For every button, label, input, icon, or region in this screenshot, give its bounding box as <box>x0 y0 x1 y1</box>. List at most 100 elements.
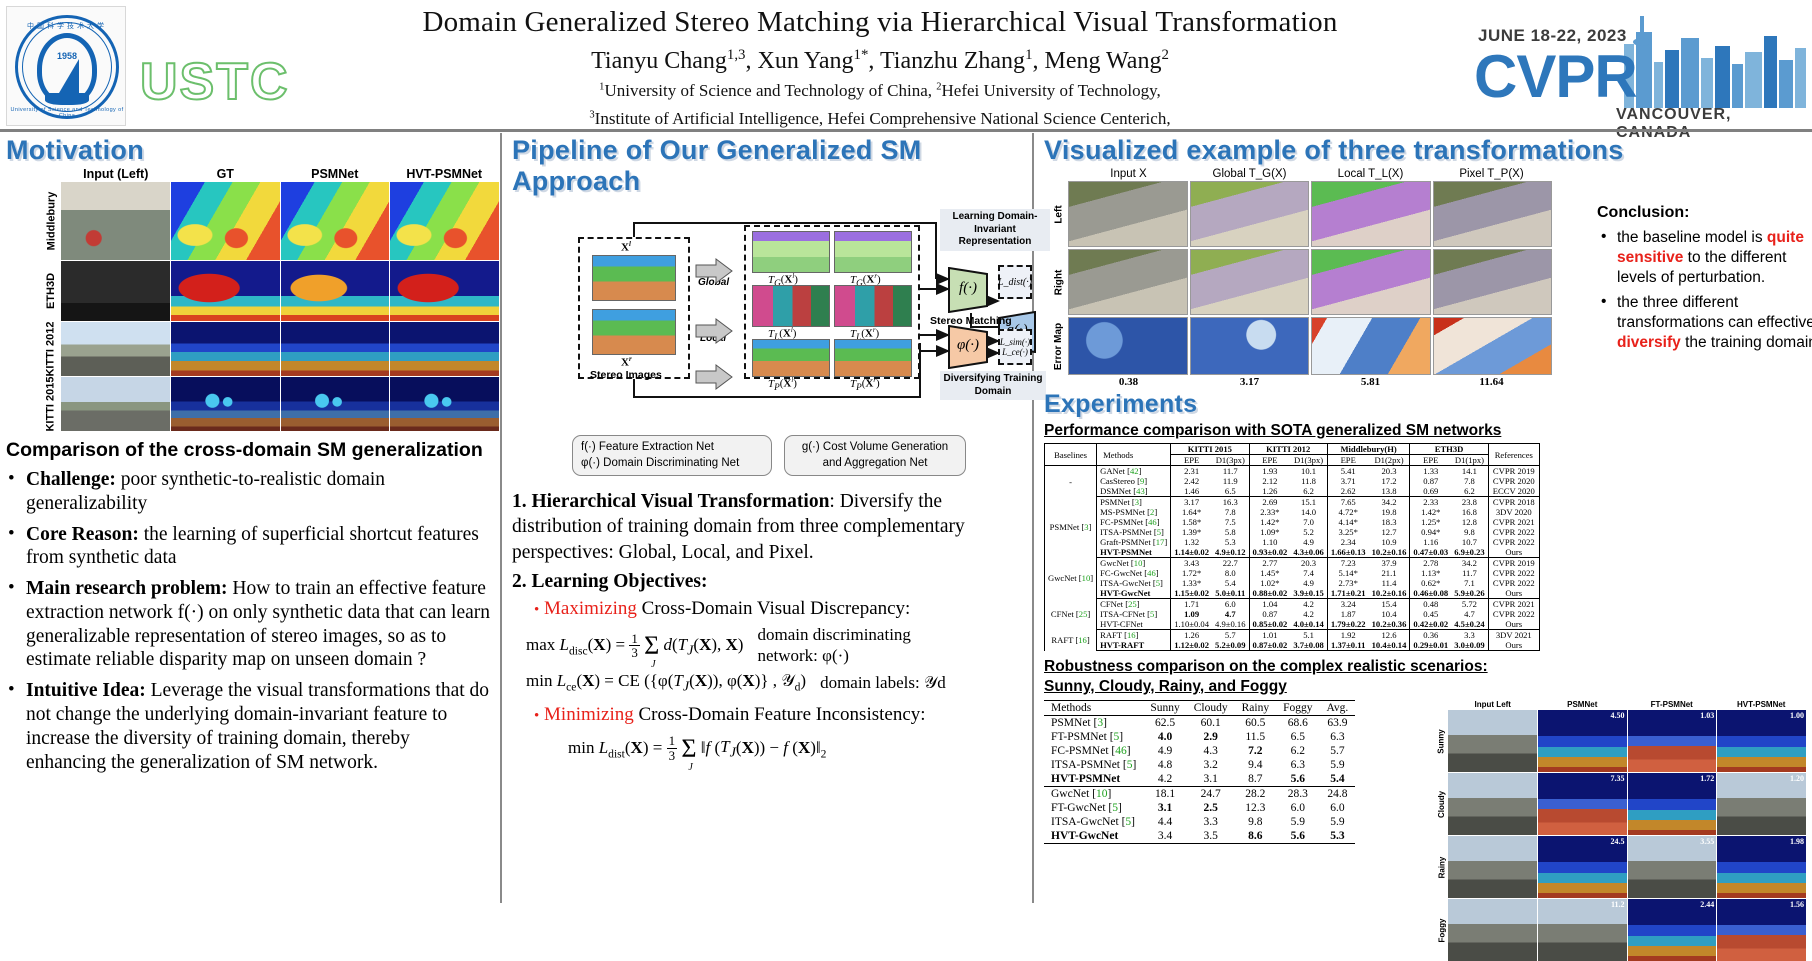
conclusion-title: Conclusion: <box>1597 204 1690 221</box>
robustness-row-label: Foggy <box>1437 918 1446 943</box>
sota-heading: Performance comparison with SOTA general… <box>1044 422 1502 439</box>
visualized-image-global <box>1189 249 1309 315</box>
robust-heading-2: Sunny, Cloudy, Rainy, and Foggy <box>1044 677 1287 695</box>
robustness-block: Methods Sunny Cloudy Rainy Foggy Avg. PSMNet [… <box>1044 700 1806 961</box>
td-value: 4.9±0.16 <box>1212 619 1250 631</box>
td-value: 5.7 <box>1330 745 1345 758</box>
section-title-motivation: Motivation <box>6 135 144 165</box>
th-dataset: ETH3D <box>1409 443 1489 456</box>
td-value: 1.79±0.22 <box>1327 619 1369 631</box>
robustness-image-rows: Sunny 4.50 1.03 1.00 Cloudy 7.35 1.72 1.20 Rainy… <box>1436 710 1806 961</box>
td-value: 2.78 <box>1423 558 1439 569</box>
td-value: 1.26 <box>1184 630 1200 641</box>
section-title-experiments: Experiments <box>1044 390 1198 418</box>
visualized-row-left: Left <box>1054 181 1552 247</box>
td-reference: CVPR 2019 <box>1488 465 1540 477</box>
td-value: 0.29±0.01 <box>1409 640 1452 652</box>
bullet-lead: Main research problem: <box>26 578 228 600</box>
td-value: 3.4 <box>1143 829 1187 845</box>
td-value: 2.42 <box>1184 476 1200 487</box>
table-row: FT-GwcNet [5] 3.1 2.5 12.3 6.0 6.0 <box>1044 801 1355 815</box>
td-value: 5.3 <box>1212 537 1250 548</box>
robustness-image-cell <box>1448 710 1537 773</box>
robustness-row-label: Cloudy <box>1437 790 1447 818</box>
section-title-visualized: Visualized example of three transformati… <box>1044 135 1624 165</box>
td-value: 4.5±0.24 <box>1451 619 1489 631</box>
td-method: GANet [42] <box>1096 465 1172 477</box>
robustness-image-cell: 1.56 <box>1717 899 1806 961</box>
label-tp-right: TP(Xr) <box>850 377 880 392</box>
td-value: 60.1 <box>1200 717 1221 730</box>
td-value: 34.2 <box>1451 557 1489 569</box>
td-value: 1.66±0.13 <box>1327 547 1369 559</box>
loss-sim-label: L_sim(·) <box>999 337 1031 347</box>
td-value: 0.87 <box>1423 476 1439 487</box>
td-method: RAFT [16] <box>1096 629 1172 641</box>
td-value: 4.7 <box>1212 609 1250 620</box>
td-method: FC-GwcNet [46] <box>1096 568 1172 579</box>
td-value: 2.12 <box>1262 476 1278 487</box>
td-value: 68.6 <box>1287 717 1308 730</box>
td-value: 1.39* <box>1181 527 1202 538</box>
td-value: 19.8 <box>1368 507 1411 518</box>
td-value: 1.01 <box>1262 630 1278 641</box>
equation-1-note: domain discriminating network: φ(·) <box>757 625 910 666</box>
td-reference: Ours <box>1488 547 1540 559</box>
td-value: 4.2 <box>1290 609 1328 620</box>
td-value: 1.46 <box>1170 486 1213 498</box>
td-value: 5.4 <box>1212 578 1250 589</box>
td-value: 3.2 <box>1203 759 1218 772</box>
motivation-image-hvt <box>390 261 499 321</box>
loss-ce-label: L_ce(·) <box>1002 347 1028 357</box>
td-value: 28.2 <box>1245 788 1266 801</box>
td-method: PSMNet [3] <box>1051 717 1107 730</box>
td-value: 1.12±0.02 <box>1170 640 1213 652</box>
td-value: 5.9±0.26 <box>1451 588 1489 600</box>
motivation-caption: Comparison of the cross-domain SM genera… <box>6 439 483 461</box>
motivation-image-gt <box>170 377 280 431</box>
td-value: 6.9±0.23 <box>1451 547 1489 559</box>
visualized-figure: Input X Global T_G(X) Local T_L(X) Pixel… <box>1052 168 1812 388</box>
conclusion-item: the three different transformations can … <box>1597 292 1812 352</box>
bullet-intuitive-idea: Intuitive Idea: Leverage the visual tran… <box>6 678 494 774</box>
table-row: FC-PSMNet [46] 4.9 4.3 7.2 6.2 5.7 <box>1044 744 1355 758</box>
td-value: 5.41 <box>1340 466 1356 477</box>
error-value: 3.17 <box>1239 376 1260 388</box>
objective-2-rest: Cross-Domain Feature Inconsistency: <box>633 703 926 725</box>
label-xl: Xl <box>621 241 631 254</box>
visualized-row-label: Left <box>1053 204 1065 224</box>
td-reference: CVPR 2022 <box>1488 609 1540 620</box>
robustness-image-value: 2.44 <box>1700 900 1715 910</box>
robustness-figure: Input Left PSMNet FT-PSMNet HVT-PSMNet S… <box>1436 700 1806 961</box>
td-method: ITSA-GwcNet [5] <box>1051 816 1136 829</box>
objective-2: • Minimizing Cross-Domain Feature Incons… <box>534 704 1024 726</box>
td-value: 13.8 <box>1368 486 1411 498</box>
motivation-image-hvt <box>390 182 499 260</box>
equation-row-2: min Lce(X) = CE ({φ(TJ(X)), φ(X)} , 𝒴d) … <box>526 671 1024 695</box>
motivation-image-input <box>61 261 170 321</box>
td-value: 15.4 <box>1368 598 1411 610</box>
td-value: 4.8 <box>1157 759 1173 772</box>
robustness-image-cell: 1.03 <box>1627 710 1717 773</box>
td-value: 0.93±0.02 <box>1249 547 1291 559</box>
td-value: 7.4 <box>1290 568 1328 579</box>
td-value: 6.2 <box>1290 745 1305 758</box>
td-value: 14.1 <box>1451 465 1489 477</box>
td-value: 12.8 <box>1451 517 1489 528</box>
motivation-row-label: KITTI 2015 <box>45 376 57 432</box>
td-value: 11.7 <box>1451 568 1489 579</box>
td-value: 11.8 <box>1290 476 1328 487</box>
td-value: 12.7 <box>1368 527 1411 538</box>
td-value: 1.16 <box>1423 537 1439 548</box>
td-value: 3.24 <box>1340 599 1356 610</box>
visualized-row-errormap: Error Map <box>1054 317 1552 375</box>
table-row: HVT-GwcNet 1.15±0.02 5.0±0.11 0.88±0.02 3.9±… <box>1045 588 1540 600</box>
robustness-image-row: Rainy 24.5 3.55 1.98 <box>1437 836 1806 899</box>
th-column: Foggy <box>1276 700 1320 717</box>
td-value: 4.3 <box>1203 745 1218 758</box>
td-reference: CVPR 2020 <box>1488 476 1540 487</box>
visualized-col-header: Global T_G(X) <box>1212 168 1287 180</box>
image-tp-left <box>752 339 830 377</box>
table-row: CFNet [25] CFNet [25] 1.71 6.0 1.04 4.2 3.24 15… <box>1043 598 1540 630</box>
ri-col-header: FT-PSMNet <box>1650 700 1693 710</box>
